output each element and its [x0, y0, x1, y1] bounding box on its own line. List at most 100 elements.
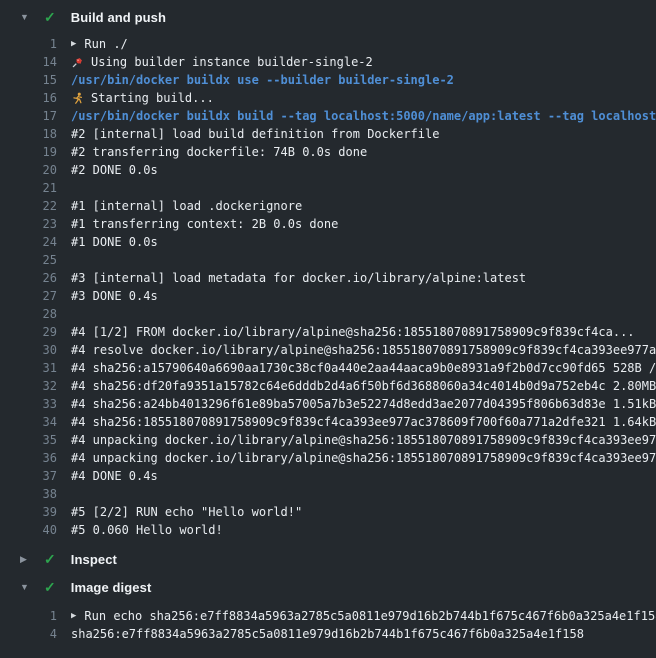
line-number[interactable]: 1 — [0, 607, 57, 625]
log-text: #1 transferring context: 2B 0.0s done — [71, 215, 338, 233]
log-text: #2 DONE 0.0s — [71, 161, 158, 179]
line-number[interactable]: 21 — [0, 179, 57, 197]
line-number[interactable]: 30 — [0, 341, 57, 359]
line-number[interactable]: 29 — [0, 323, 57, 341]
triangle-down-icon[interactable]: ▼ — [20, 583, 30, 592]
line-content: #4 sha256:185518070891758909c9f839cf4ca3… — [71, 413, 656, 431]
log-line: 1 ▶ Run echo sha256:e7ff8834a5963a2785c5a0… — [0, 607, 656, 625]
line-number[interactable]: 32 — [0, 377, 57, 395]
line-number[interactable]: 34 — [0, 413, 57, 431]
log-line: 38 — [0, 485, 656, 503]
line-content: #1 DONE 0.0s — [71, 233, 158, 251]
line-number[interactable]: 31 — [0, 359, 57, 377]
log-lines-image-digest: 1 ▶ Run echo sha256:e7ff8834a5963a2785c5a0… — [0, 601, 656, 646]
section-title: Build and push — [71, 10, 166, 25]
section-header-inspect[interactable]: ▶✓Inspect — [0, 545, 656, 573]
log-line: 19#2 transferring dockerfile: 74B 0.0s d… — [0, 143, 656, 161]
log-text: sha256:e7ff8834a5963a2785c5a0811e979d16b… — [71, 625, 584, 643]
log-text: #4 resolve docker.io/library/alpine@sha2… — [71, 341, 656, 359]
log-text: #3 DONE 0.4s — [71, 287, 158, 305]
line-number[interactable]: 4 — [0, 625, 57, 643]
log-text: Run echo sha256:e7ff8834a5963a2785c5a081… — [84, 607, 656, 625]
run-expand-triangle-icon[interactable]: ▶ — [71, 612, 76, 621]
line-content: #5 [2/2] RUN echo "Hello world!" — [71, 503, 302, 521]
log-line: 18 #2 [internal] load build definition fr… — [0, 125, 656, 143]
line-content: /usr/bin/docker buildx build --tag local… — [71, 107, 656, 125]
line-number[interactable]: 26 — [0, 269, 57, 287]
line-number[interactable]: 14 — [0, 53, 57, 71]
log-text: /usr/bin/docker buildx build --tag local… — [71, 107, 656, 125]
line-content: /usr/bin/docker buildx use --builder bui… — [71, 71, 454, 89]
log-line: 24 #1 DONE 0.0s — [0, 233, 656, 251]
log-line: 31 #4 sha256:a15790640a6690aa1730c38cf0a4… — [0, 359, 656, 377]
line-number[interactable]: 36 — [0, 449, 57, 467]
log-line: 35 #4 unpacking docker.io/library/alpine@… — [0, 431, 656, 449]
log-text: Starting build... — [91, 89, 214, 107]
line-number[interactable]: 23 — [0, 215, 57, 233]
run-expand-triangle-icon[interactable]: ▶ — [71, 40, 76, 49]
log-line: 22#1 [internal] load .dockerignore — [0, 197, 656, 215]
line-content: #3 [internal] load metadata for docker.i… — [71, 269, 526, 287]
workflow-log-viewer: ▼✓Build and push1▶Run ./14Using builder … — [0, 0, 656, 658]
log-text: #4 [1/2] FROM docker.io/library/alpine@s… — [71, 323, 635, 341]
section-title: Inspect — [71, 552, 117, 567]
log-text: #2 [internal] load build definition from… — [71, 125, 439, 143]
log-lines-build-and-push: 1 ▶ Run ./ 14 Using builder instance builder… — [0, 31, 656, 545]
log-line: 29 #4 [1/2] FROM docker.io/library/alpine… — [0, 323, 656, 341]
section-title: Image digest — [71, 580, 152, 595]
line-content: #4 sha256:df20fa9351a15782c64e6dddb2d4a6… — [71, 377, 656, 395]
log-line: 27 #3 DONE 0.4s — [0, 287, 656, 305]
log-text: #1 DONE 0.0s — [71, 233, 158, 251]
log-line: 39 #5 [2/2] RUN echo "Hello world!" — [0, 503, 656, 521]
line-content: #4 [1/2] FROM docker.io/library/alpine@s… — [71, 323, 635, 341]
triangle-right-icon[interactable]: ▶ — [20, 555, 30, 564]
line-content: #4 unpacking docker.io/library/alpine@sh… — [71, 431, 656, 449]
line-number[interactable]: 15 — [0, 71, 57, 89]
line-content: Starting build... — [71, 89, 214, 107]
line-content: #3 DONE 0.4s — [71, 287, 158, 305]
log-line: 17/usr/bin/docker buildx build --tag loc… — [0, 107, 656, 125]
line-number[interactable]: 17 — [0, 107, 57, 125]
line-number[interactable]: 1 — [0, 35, 57, 53]
line-number[interactable]: 33 — [0, 395, 57, 413]
log-line: 37#4 DONE 0.4s — [0, 467, 656, 485]
log-line: 4 sha256:e7ff8834a5963a2785c5a0811e979d16… — [0, 625, 656, 643]
line-number[interactable]: 19 — [0, 143, 57, 161]
line-content: #4 resolve docker.io/library/alpine@sha2… — [71, 341, 656, 359]
line-number[interactable]: 25 — [0, 251, 57, 269]
line-content: Using builder instance builder-single-2 — [71, 53, 373, 71]
line-content: #4 sha256:a15790640a6690aa1730c38cf0a440… — [71, 359, 656, 377]
check-success-icon: ✓ — [44, 580, 56, 594]
line-number[interactable]: 28 — [0, 305, 57, 323]
log-line: 26 #3 [internal] load metadata for docker… — [0, 269, 656, 287]
line-number[interactable]: 35 — [0, 431, 57, 449]
log-line: 32 #4 sha256:df20fa9351a15782c64e6dddb2d4… — [0, 377, 656, 395]
log-line: 1 ▶ Run ./ — [0, 35, 656, 53]
log-line: 33#4 sha256:a24bb4013296f61e89ba57005a7b… — [0, 395, 656, 413]
line-content: ▶ Run ./ — [71, 35, 128, 53]
pushpin-icon — [71, 56, 84, 69]
section-header-build-and-push[interactable]: ▼✓Build and push — [0, 3, 656, 31]
triangle-down-icon[interactable]: ▼ — [20, 13, 30, 22]
log-text: Using builder instance builder-single-2 — [91, 53, 373, 71]
line-number[interactable]: 24 — [0, 233, 57, 251]
line-number[interactable]: 18 — [0, 125, 57, 143]
line-number[interactable]: 20 — [0, 161, 57, 179]
log-text: Run ./ — [84, 35, 127, 53]
line-number[interactable]: 38 — [0, 485, 57, 503]
log-text: #4 sha256:df20fa9351a15782c64e6dddb2d4a6… — [71, 377, 656, 395]
log-text: #5 0.060 Hello world! — [71, 521, 223, 539]
runner-icon — [71, 92, 84, 105]
log-line: 30 #4 resolve docker.io/library/alpine@sh… — [0, 341, 656, 359]
line-number[interactable]: 22 — [0, 197, 57, 215]
line-number[interactable]: 37 — [0, 467, 57, 485]
section-header-image-digest[interactable]: ▼ ✓ Image digest — [0, 573, 656, 601]
log-line: 14 Using builder instance builder-single-… — [0, 53, 656, 71]
line-content: #1 transferring context: 2B 0.0s done — [71, 215, 338, 233]
line-number[interactable]: 27 — [0, 287, 57, 305]
line-number[interactable]: 40 — [0, 521, 57, 539]
log-text: #4 unpacking docker.io/library/alpine@sh… — [71, 449, 656, 467]
line-number[interactable]: 16 — [0, 89, 57, 107]
log-text: #4 sha256:a15790640a6690aa1730c38cf0a440… — [71, 359, 656, 377]
line-number[interactable]: 39 — [0, 503, 57, 521]
